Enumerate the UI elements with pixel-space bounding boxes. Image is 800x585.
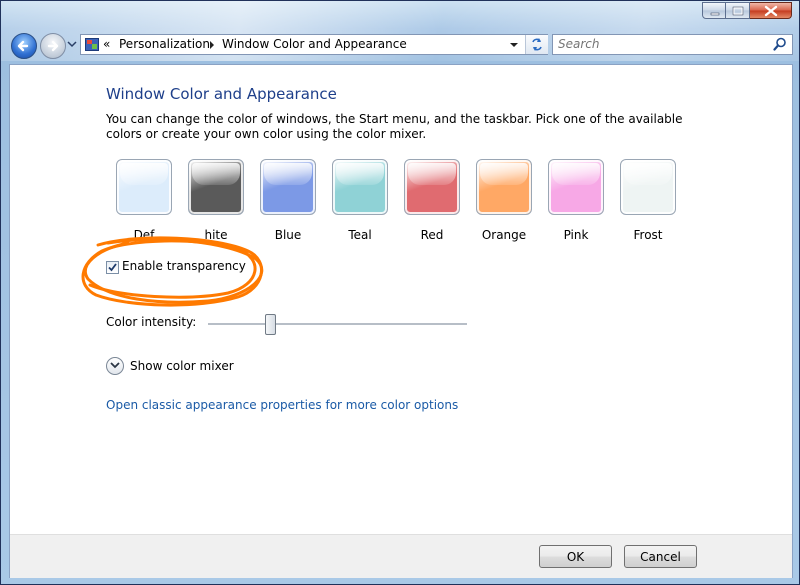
forward-button[interactable] (40, 33, 66, 59)
refresh-button[interactable] (525, 35, 548, 54)
breadcrumb-personalization[interactable]: Personalization (119, 37, 210, 51)
color-swatch[interactable] (404, 159, 460, 215)
color-swatch[interactable] (260, 159, 316, 215)
color-swatch[interactable] (188, 159, 244, 215)
classic-appearance-link[interactable]: Open classic appearance properties for m… (106, 398, 458, 412)
content-pane: Window Color and Appearance You can chan… (9, 64, 793, 578)
color-swatch-label: Teal (348, 228, 372, 242)
maximize-icon (732, 6, 744, 16)
address-dropdown-icon[interactable] (505, 35, 523, 54)
page-description: You can change the color of windows, the… (106, 112, 683, 141)
navigation-bar: « Personalization Window Color and Appea… (1, 29, 800, 63)
control-panel-icon (85, 38, 99, 51)
orange-scribble-annotation (81, 236, 264, 307)
color-swatch-label: Red (420, 228, 444, 242)
color-swatch[interactable] (620, 159, 676, 215)
caption-buttons (702, 2, 792, 19)
show-color-mixer-button[interactable] (106, 357, 124, 375)
color-swatch[interactable] (116, 159, 172, 215)
cancel-button[interactable]: Cancel (624, 545, 697, 568)
color-swatch-label: Frost (633, 228, 663, 242)
color-swatch-label: Orange (481, 228, 527, 242)
page-title: Window Color and Appearance (106, 85, 337, 103)
address-bar[interactable]: « Personalization Window Color and Appea… (80, 34, 548, 55)
chevron-down-icon (110, 362, 120, 369)
search-input[interactable] (558, 37, 758, 51)
back-arrow-icon (17, 40, 29, 52)
search-icon[interactable] (773, 37, 787, 51)
dialog-footer: OK Cancel (10, 534, 792, 578)
minimize-button[interactable] (702, 2, 726, 19)
search-box[interactable] (552, 34, 793, 55)
show-color-mixer-label[interactable]: Show color mixer (130, 359, 234, 373)
maximize-button[interactable] (726, 2, 750, 19)
ok-button[interactable]: OK (539, 545, 612, 568)
color-swatch-label: Pink (563, 228, 589, 242)
color-swatch[interactable] (332, 159, 388, 215)
recent-pages-dropdown-icon[interactable] (67, 41, 77, 49)
window-frame: « Personalization Window Color and Appea… (0, 0, 800, 585)
back-button[interactable] (11, 33, 37, 59)
breadcrumb-current[interactable]: Window Color and Appearance (222, 37, 407, 51)
close-button[interactable] (750, 2, 792, 19)
color-intensity-slider-thumb[interactable] (265, 314, 277, 335)
overflow-chevron[interactable]: « (103, 37, 110, 51)
close-icon (764, 5, 778, 17)
forward-arrow-icon (47, 40, 59, 52)
color-intensity-label: Color intensity: (106, 315, 197, 329)
color-swatch[interactable] (548, 159, 604, 215)
breadcrumb-separator-icon[interactable] (209, 41, 215, 49)
color-swatch[interactable] (476, 159, 532, 215)
color-intensity-track[interactable] (208, 323, 467, 326)
refresh-icon (532, 38, 542, 51)
minimize-icon (710, 12, 720, 16)
